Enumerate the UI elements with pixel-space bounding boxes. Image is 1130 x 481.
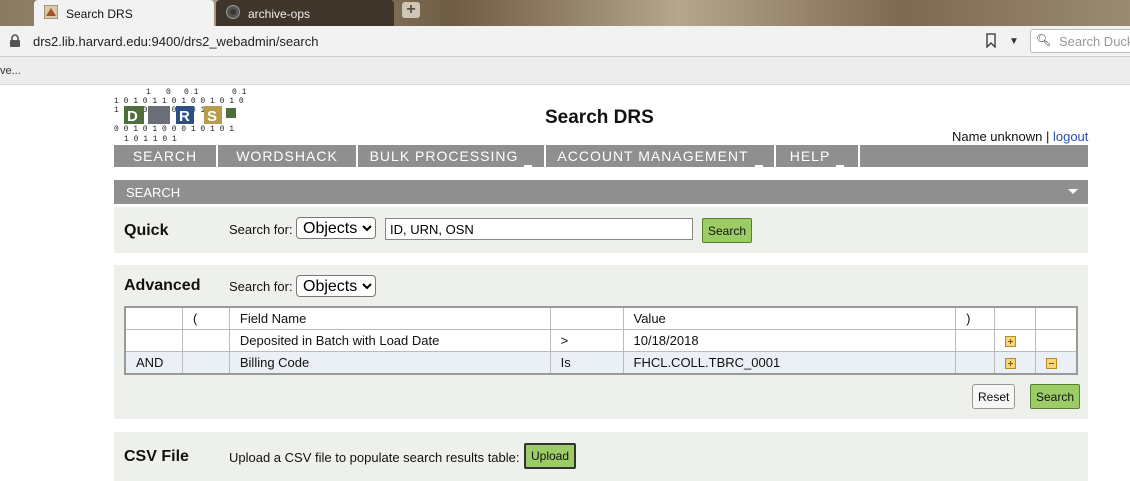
logo-letter-s: S bbox=[207, 108, 217, 125]
quick-search-button[interactable]: Search bbox=[702, 218, 753, 243]
quick-search-for-label: Search for: bbox=[229, 222, 293, 237]
cell-operator[interactable]: > bbox=[549, 329, 624, 352]
page-title: Search DRS bbox=[545, 107, 654, 128]
quick-search-input[interactable] bbox=[385, 218, 693, 240]
dropdown-caret-icon bbox=[836, 165, 845, 167]
csv-title: CSV File bbox=[124, 448, 189, 465]
upload-button[interactable]: Upload bbox=[524, 443, 577, 469]
cell-open-paren[interactable] bbox=[181, 329, 230, 352]
nav-item-bulk-processing[interactable]: BULK PROCESSING bbox=[358, 145, 546, 167]
header-operator bbox=[549, 306, 624, 330]
header-add bbox=[994, 306, 1036, 330]
nav-label: HELP bbox=[789, 148, 831, 164]
header-remove bbox=[1035, 306, 1078, 330]
bookmark-icon[interactable] bbox=[985, 33, 997, 51]
advanced-object-type-select[interactable]: Objects bbox=[296, 275, 376, 297]
advanced-search-for-label: Search for: bbox=[229, 279, 293, 294]
csv-upload-panel: CSV File Upload a CSV file to populate s… bbox=[114, 432, 1088, 481]
header-field-name: Field Name bbox=[228, 306, 551, 330]
bookmark-overflow-text[interactable]: ve... bbox=[0, 65, 21, 77]
collapse-arrow-icon[interactable] bbox=[1068, 189, 1078, 194]
nav-label: SEARCH bbox=[132, 148, 198, 164]
cell-remove bbox=[1035, 351, 1078, 375]
nav-item-help[interactable]: HELP bbox=[776, 145, 860, 167]
cell-bool[interactable]: AND bbox=[124, 351, 183, 375]
nav-item-account-management[interactable]: ACCOUNT MANAGEMENT bbox=[546, 145, 776, 167]
header-value: Value bbox=[622, 306, 957, 330]
advanced-title: Advanced bbox=[124, 277, 201, 294]
user-name: Name unknown bbox=[952, 129, 1043, 144]
cell-value[interactable]: FHCL.COLL.TBRC_0001 bbox=[622, 351, 957, 375]
remove-row-icon[interactable] bbox=[1046, 358, 1057, 370]
cell-bool[interactable] bbox=[124, 329, 183, 352]
search-icon: 🔍︎ bbox=[1036, 33, 1052, 47]
criteria-table: ( Field Name Value ) Deposited in Batch … bbox=[124, 306, 1078, 375]
url-text[interactable]: drs2.lib.harvard.edu:9400/drs2_webadmin/… bbox=[33, 34, 318, 49]
tab-search-drs[interactable]: Search DRS bbox=[34, 0, 214, 26]
nav-item-wordshack[interactable]: WORDSHACK bbox=[218, 145, 358, 167]
logo-letter-d: D bbox=[127, 108, 138, 125]
search-section-header[interactable]: SEARCH bbox=[114, 180, 1088, 204]
bookmarks-bar: ve... bbox=[0, 57, 1130, 85]
header-bool bbox=[124, 306, 183, 330]
tab-label: archive-ops bbox=[248, 7, 311, 21]
header-open-paren: ( bbox=[181, 306, 230, 330]
dropdown-caret-icon bbox=[524, 165, 533, 167]
logout-link[interactable]: logout bbox=[1053, 129, 1088, 144]
tab-label: Search DRS bbox=[66, 7, 133, 21]
quick-title: Quick bbox=[124, 222, 169, 239]
drs-logo-graphic: 100 10 1 1 0 1 0 1 1 0 1 0 0 1 0 1 0 1 1… bbox=[114, 88, 264, 144]
browser-search-input[interactable]: 🔍︎ Search DuckDuckGo bbox=[1030, 29, 1130, 53]
reset-button[interactable]: Reset bbox=[972, 384, 1016, 409]
tab-archive-ops[interactable]: archive-ops bbox=[216, 0, 394, 26]
user-status: Name unknown | logout bbox=[952, 129, 1088, 144]
chevron-down-icon[interactable]: ▼ bbox=[1009, 36, 1019, 47]
drs-logo: 100 10 1 1 0 1 0 1 1 0 1 0 0 1 0 1 0 1 1… bbox=[114, 86, 264, 144]
nav-label: BULK PROCESSING bbox=[369, 148, 519, 164]
advanced-search-panel: Advanced Search for: Objects ( Field Nam… bbox=[114, 265, 1088, 419]
table-row[interactable]: Deposited in Batch with Load Date > 10/1… bbox=[124, 329, 1078, 352]
new-tab-plus-icon[interactable]: + bbox=[402, 2, 420, 18]
add-row-icon[interactable] bbox=[1005, 358, 1017, 370]
site-favicon-icon bbox=[43, 4, 59, 20]
cell-add bbox=[994, 351, 1036, 375]
advanced-search-button[interactable]: Search bbox=[1030, 384, 1081, 409]
cell-field-name[interactable]: Billing Code bbox=[228, 351, 551, 375]
cell-operator[interactable]: Is bbox=[549, 351, 624, 375]
section-label: SEARCH bbox=[126, 185, 181, 200]
cell-add bbox=[994, 329, 1036, 352]
cell-open-paren[interactable] bbox=[181, 351, 230, 375]
svg-text:0 0 1 0 1 0 0 0 1 0 1 0 1: 0 0 1 0 1 0 0 0 1 0 1 0 1 bbox=[114, 125, 234, 134]
quick-search-panel: Quick Search for: Objects Search bbox=[114, 207, 1088, 253]
svg-text:1 0 1 1 0 1: 1 0 1 1 0 1 bbox=[124, 135, 177, 144]
nav-item-search[interactable]: SEARCH bbox=[114, 145, 218, 167]
lock-icon bbox=[9, 34, 21, 51]
cell-remove bbox=[1035, 329, 1078, 352]
svg-text:1 0 1 0 1 1 0 1 0 0 1 0 1 0: 1 0 1 0 1 1 0 1 0 0 1 0 1 0 bbox=[114, 97, 244, 106]
user-separator: | bbox=[1045, 129, 1050, 144]
quick-object-type-select[interactable]: Objects bbox=[296, 217, 376, 239]
nav-label: WORDSHACK bbox=[236, 148, 338, 164]
csv-description: Upload a CSV file to populate search res… bbox=[229, 450, 520, 465]
nav-label: ACCOUNT MANAGEMENT bbox=[557, 148, 749, 164]
add-row-icon[interactable] bbox=[1005, 336, 1017, 348]
logo-letter-r: R bbox=[179, 108, 190, 125]
header-close-paren: ) bbox=[955, 306, 996, 330]
dropdown-caret-icon bbox=[754, 165, 763, 167]
github-icon bbox=[226, 5, 240, 19]
cell-close-paren[interactable] bbox=[955, 329, 996, 352]
search-placeholder: Search DuckDuckGo bbox=[1059, 34, 1130, 49]
cell-close-paren[interactable] bbox=[955, 351, 996, 375]
cell-value[interactable]: 10/18/2018 bbox=[622, 329, 957, 352]
table-header-row: ( Field Name Value ) bbox=[124, 306, 1078, 330]
cell-field-name[interactable]: Deposited in Batch with Load Date bbox=[228, 329, 551, 352]
main-nav: SEARCH WORDSHACK BULK PROCESSING ACCOUNT… bbox=[114, 145, 1088, 167]
table-row[interactable]: AND Billing Code Is FHCL.COLL.TBRC_0001 bbox=[124, 351, 1078, 375]
